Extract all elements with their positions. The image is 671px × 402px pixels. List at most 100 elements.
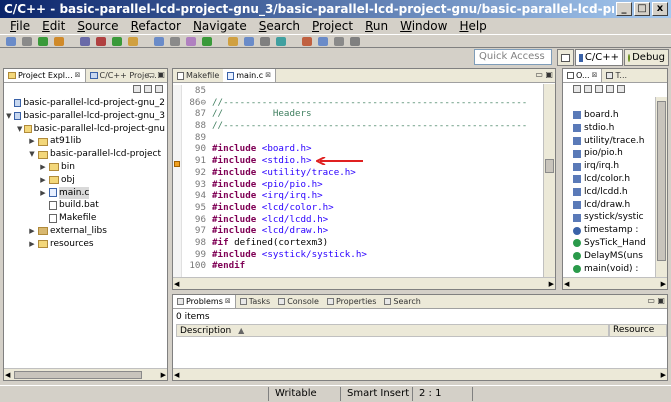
editor-horizontal-scrollbar[interactable]: ◀ ▶: [173, 277, 555, 289]
tree-item[interactable]: ▼ basic-parallel-lcd-project: [6, 148, 165, 161]
collapsed-icon[interactable]: ▶: [28, 135, 36, 148]
tab-outline[interactable]: O... ⊠: [563, 69, 603, 82]
collapsed-icon[interactable]: ▶: [39, 174, 47, 187]
hide-nonpublic-icon[interactable]: [606, 85, 614, 93]
toolbar-icon[interactable]: [154, 37, 164, 46]
perspective-cpp[interactable]: C/C++: [575, 49, 623, 66]
menu-navigate[interactable]: Navigate: [187, 18, 253, 34]
tree-item[interactable]: Makefile: [6, 212, 165, 225]
code-area[interactable]: 85 86⊖ //---------------------------------…: [183, 85, 541, 272]
toolbar-icon[interactable]: [80, 37, 90, 46]
scroll-right-icon[interactable]: ▶: [161, 371, 166, 379]
toolbar-icon[interactable]: [302, 37, 312, 46]
maximize-button[interactable]: □: [634, 2, 650, 16]
tree-item[interactable]: ▶ main.c: [6, 186, 165, 200]
tab-tasks[interactable]: Tasks: [236, 295, 274, 308]
menu-window[interactable]: Window: [394, 18, 453, 34]
view-menu-icon[interactable]: [617, 85, 625, 93]
collapsed-icon[interactable]: ▶: [28, 238, 36, 251]
tab-close-icon[interactable]: ⊠: [225, 295, 231, 308]
collapsed-icon[interactable]: ▶: [28, 225, 36, 238]
tree-item[interactable]: ▶ obj: [6, 174, 165, 187]
toolbar-icon[interactable]: [350, 37, 360, 46]
tab-makefile[interactable]: Makefile: [173, 69, 223, 82]
toolbar-icon[interactable]: [260, 37, 270, 46]
open-perspective-button[interactable]: [557, 49, 574, 66]
tab-problems[interactable]: Problems ⊠: [173, 295, 236, 308]
tab-main-c[interactable]: main.c ⊠: [223, 69, 277, 82]
tab-close-icon[interactable]: ⊠: [75, 69, 81, 82]
scroll-right-icon[interactable]: ▶: [661, 371, 666, 379]
tab-project-explorer[interactable]: Project Expl... ⊠: [4, 69, 86, 82]
expanded-icon[interactable]: ▼: [6, 110, 12, 123]
menu-project[interactable]: Project: [306, 18, 359, 34]
tree-item[interactable]: ▼ basic-parallel-lcd-project-gnu_3: [6, 110, 165, 123]
minimize-button[interactable]: _: [616, 2, 632, 16]
column-resource[interactable]: Resource: [609, 324, 667, 337]
menu-refactor[interactable]: Refactor: [125, 18, 187, 34]
menu-source[interactable]: Source: [71, 18, 124, 34]
editor-vertical-scrollbar[interactable]: [543, 84, 555, 289]
tab-search[interactable]: Search: [380, 295, 424, 308]
outline-item[interactable]: lcd/draw.h: [573, 199, 655, 212]
toolbar-icon[interactable]: [112, 37, 122, 46]
menu-help[interactable]: Help: [453, 18, 492, 34]
scroll-left-icon[interactable]: ◀: [174, 371, 179, 379]
tree-item[interactable]: ▶ external_libs: [6, 225, 165, 238]
menu-search[interactable]: Search: [253, 18, 306, 34]
toolbar-icon[interactable]: [38, 37, 48, 46]
problems-horizontal-scrollbar[interactable]: ◀ ▶: [173, 368, 667, 380]
toolbar-icon[interactable]: [6, 37, 16, 46]
toolbar-icon[interactable]: [228, 37, 238, 46]
outline-item[interactable]: pio/pio.h: [573, 147, 655, 160]
toolbar-icon[interactable]: [128, 37, 138, 46]
outline-item[interactable]: board.h: [573, 109, 655, 122]
outline-vertical-scrollbar[interactable]: [655, 97, 667, 289]
toolbar-icon[interactable]: [186, 37, 196, 46]
menu-edit[interactable]: Edit: [36, 18, 71, 34]
tree-item[interactable]: build.bat: [6, 199, 165, 212]
scroll-thumb[interactable]: [657, 101, 666, 261]
tree-item[interactable]: ▶ resources: [6, 238, 165, 251]
toolbar-icon[interactable]: [96, 37, 106, 46]
scroll-thumb[interactable]: [14, 371, 142, 379]
tree-item[interactable]: basic-parallel-lcd-project-gnu_2: [6, 97, 165, 110]
scroll-right-icon[interactable]: ▶: [661, 280, 666, 288]
toolbar-icon[interactable]: [276, 37, 286, 46]
toolbar-icon[interactable]: [244, 37, 254, 46]
tab-close-icon[interactable]: ⊠: [592, 69, 598, 82]
outline-item[interactable]: stdio.h: [573, 122, 655, 135]
outline-item[interactable]: DelayMS(uns: [573, 250, 655, 263]
toolbar-icon[interactable]: [202, 37, 212, 46]
toolbar-icon[interactable]: [54, 37, 64, 46]
expanded-icon[interactable]: ▼: [17, 123, 22, 136]
tab-properties[interactable]: Properties: [323, 295, 380, 308]
hide-static-icon[interactable]: [595, 85, 603, 93]
minimize-maximize-icon[interactable]: ▭ ▣: [647, 296, 665, 305]
scroll-thumb[interactable]: [545, 159, 554, 173]
collapsed-icon[interactable]: ▶: [39, 161, 47, 174]
outline-item[interactable]: irq/irq.h: [573, 160, 655, 173]
tab-close-icon[interactable]: ⊠: [265, 69, 271, 82]
toolbar-icon[interactable]: [22, 37, 32, 46]
scroll-left-icon[interactable]: ◀: [174, 280, 179, 288]
sort-icon[interactable]: [573, 85, 581, 93]
tree-item[interactable]: ▼ basic-parallel-lcd-project-gnu: [6, 123, 165, 136]
outline-item[interactable]: systick/systic: [573, 211, 655, 224]
toolbar-icon[interactable]: [318, 37, 328, 46]
toolbar-icon[interactable]: [170, 37, 180, 46]
collapse-all-icon[interactable]: [133, 85, 141, 93]
collapsed-icon[interactable]: ▶: [39, 187, 47, 200]
expanded-icon[interactable]: ▼: [28, 148, 36, 161]
hide-fields-icon[interactable]: [584, 85, 592, 93]
column-description[interactable]: Description ▲: [176, 324, 609, 337]
tab-console[interactable]: Console: [274, 295, 323, 308]
outline-item[interactable]: lcd/color.h: [573, 173, 655, 186]
menu-file[interactable]: File: [4, 18, 36, 34]
scroll-left-icon[interactable]: ◀: [5, 371, 10, 379]
tab-type-hierarchy[interactable]: T...: [602, 69, 631, 82]
scroll-left-icon[interactable]: ◀: [564, 280, 569, 288]
explorer-horizontal-scrollbar[interactable]: ◀ ▶: [4, 368, 167, 380]
tree-item[interactable]: ▶ at91lib: [6, 135, 165, 148]
toolbar-icon[interactable]: [334, 37, 344, 46]
